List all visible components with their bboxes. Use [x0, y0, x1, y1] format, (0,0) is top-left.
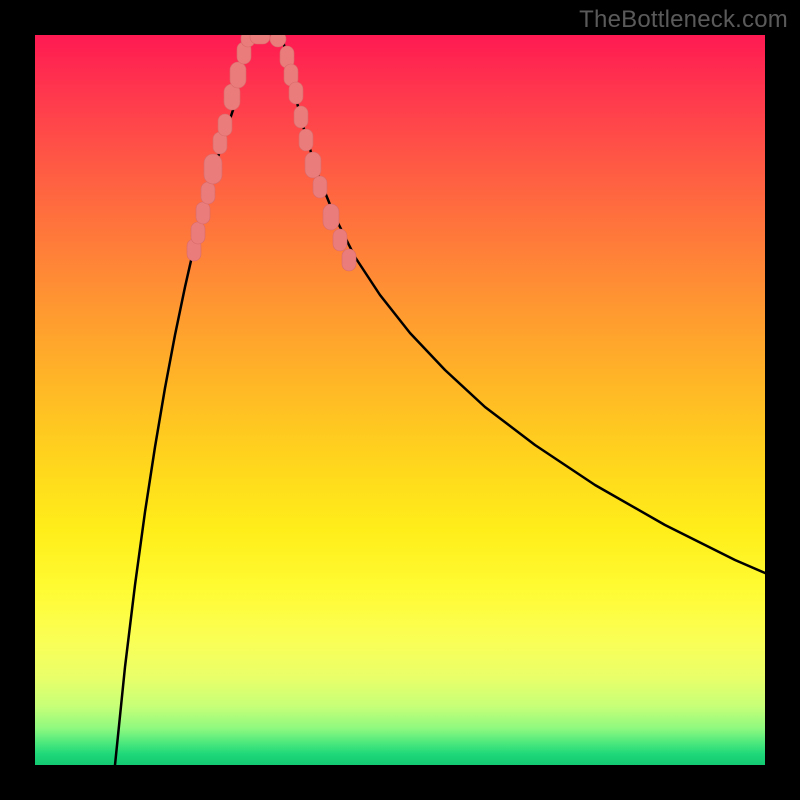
marker-right-overlay-9: [342, 249, 356, 271]
marker-left-overlay-8: [230, 62, 246, 88]
watermark-text: TheBottleneck.com: [579, 6, 788, 34]
marker-right-overlay-6: [313, 176, 327, 198]
marker-right-overlay-8: [333, 229, 347, 251]
curve-right-branch: [282, 35, 765, 573]
marker-left-overlay-1: [191, 222, 205, 244]
chart-frame: TheBottleneck.com: [0, 0, 800, 800]
marker-left-overlay-2: [196, 202, 210, 224]
chart-svg: [35, 35, 765, 765]
marker-bottom-overlay-1: [250, 35, 270, 44]
marker-right-overlay-4: [299, 129, 313, 151]
marker-right-overlay-2: [289, 82, 303, 104]
marker-right-overlay-7: [323, 204, 339, 230]
marker-left-overlay-4: [204, 154, 222, 184]
marker-right-overlay-3: [294, 106, 308, 128]
marker-right-overlay-5: [305, 152, 321, 178]
marker-left-overlay-3: [201, 182, 215, 204]
plot-area: [35, 35, 765, 765]
curve-left-branch: [115, 35, 248, 765]
marker-left-overlay-6: [218, 114, 232, 136]
